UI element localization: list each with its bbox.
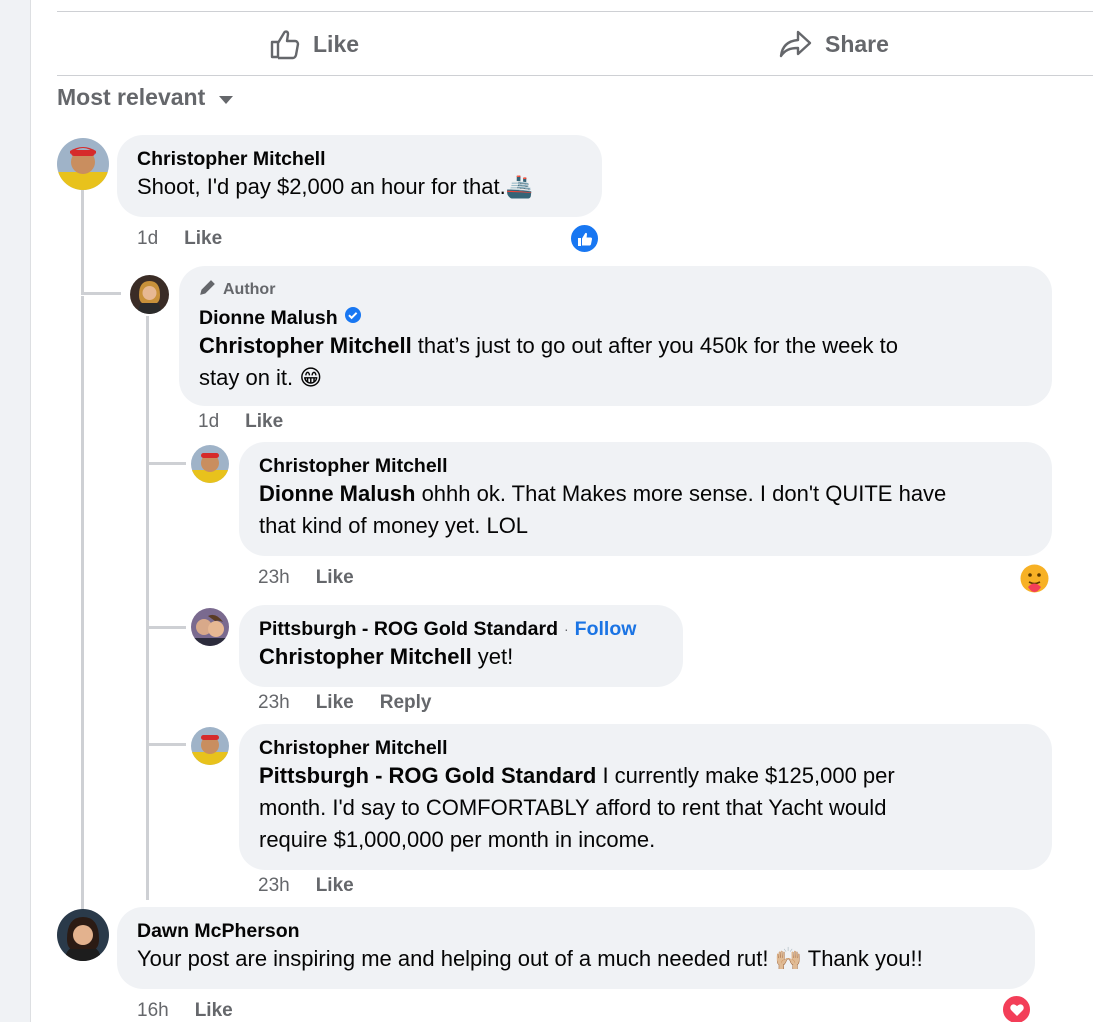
comment-text: Shoot, I'd pay $2,000 an hour for that.🚢 (137, 174, 534, 199)
mention-link[interactable]: Pittsburgh - ROG Gold Standard (259, 763, 596, 788)
thread-connector (81, 292, 121, 295)
actions-divider (57, 75, 1093, 76)
thread-connector (146, 626, 186, 629)
top-divider (57, 11, 1093, 12)
thread-line-replies (146, 316, 149, 900)
comment-meta: 23h Like Reply (258, 691, 431, 715)
thread-connector (146, 743, 186, 746)
comment-meta: 1d Like (198, 410, 283, 434)
sort-dropdown[interactable]: Most relevant (57, 84, 234, 111)
follow-button[interactable]: Follow (575, 617, 637, 641)
share-post-button[interactable]: Share (779, 24, 889, 64)
comment-meta: 1d Like (137, 227, 222, 251)
comment-author: Dionne Malush (199, 306, 1032, 330)
comment-like-button[interactable]: Like (245, 410, 283, 434)
comment-author[interactable]: Dawn McPherson (137, 919, 1015, 943)
comment-bubble: Christopher Mitchell Shoot, I'd pay $2,0… (117, 135, 602, 217)
comment-bubble-author: Author Dionne Malush Christopher Mitchel… (179, 266, 1052, 406)
avatar[interactable] (130, 275, 169, 314)
comment-text: Dionne Malush ohhh ok. That Makes more s… (259, 481, 947, 538)
comment-time[interactable]: 23h (258, 874, 290, 898)
comment-reply-button[interactable]: Reply (380, 691, 432, 715)
comment-text: Your post are inspiring me and helping o… (137, 946, 923, 971)
mention-link[interactable]: Christopher Mitchell (199, 333, 412, 358)
avatar[interactable] (57, 138, 109, 190)
avatar[interactable] (191, 608, 229, 646)
ship-emoji: 🚢 (505, 174, 534, 199)
thread-connector (146, 462, 186, 465)
comment-author-name[interactable]: Pittsburgh - ROG Gold Standard (259, 617, 558, 641)
pencil-icon (199, 278, 217, 302)
comment-like-button[interactable]: Like (316, 691, 354, 715)
thumbs-up-icon (269, 28, 301, 60)
love-reaction-icon[interactable] (1001, 994, 1032, 1022)
comment-bubble: Dawn McPherson Your post are inspiring m… (117, 907, 1035, 989)
like-post-button[interactable]: Like (269, 24, 359, 64)
comment-time[interactable]: 16h (137, 999, 169, 1022)
comment-bubble: Christopher Mitchell Pittsburgh - ROG Go… (239, 724, 1052, 870)
avatar[interactable] (191, 445, 229, 483)
comment-author[interactable]: Christopher Mitchell (259, 736, 1032, 760)
avatar[interactable] (57, 909, 109, 961)
comment-like-button[interactable]: Like (316, 566, 354, 590)
mention-link[interactable]: Dionne Malush (259, 481, 415, 506)
comment-bubble: Christopher Mitchell Dionne Malush ohhh … (239, 442, 1052, 556)
thread-line-main (81, 296, 84, 910)
author-badge: Author (199, 278, 1032, 302)
comment-time[interactable]: 1d (198, 410, 219, 434)
comment-bubble: Pittsburgh - ROG Gold Standard · Follow … (239, 605, 683, 687)
comment-author: Pittsburgh - ROG Gold Standard · Follow (259, 617, 663, 641)
like-post-label: Like (313, 30, 360, 57)
comment-like-button[interactable]: Like (184, 227, 222, 251)
chevron-down-icon (219, 95, 234, 104)
avatar[interactable] (191, 727, 229, 765)
share-post-label: Share (825, 30, 889, 57)
raised-hands-emoji: 🙌🏼 (774, 946, 803, 971)
comment-meta: 23h Like (258, 566, 354, 590)
comment-author-name[interactable]: Dionne Malush (199, 306, 338, 330)
comment-time[interactable]: 1d (137, 227, 158, 251)
comment-like-button[interactable]: Like (195, 999, 233, 1022)
like-reaction-icon[interactable] (569, 223, 600, 254)
verified-badge-icon (344, 306, 362, 330)
comment-text: Pittsburgh - ROG Gold Standard I current… (259, 763, 895, 852)
comment-text: Christopher Mitchell that’s just to go o… (199, 333, 899, 390)
separator-dot: · (564, 621, 569, 637)
comment-author[interactable]: Christopher Mitchell (137, 147, 582, 171)
comment-author[interactable]: Christopher Mitchell (259, 454, 1032, 478)
comment-meta: 16h Like (137, 999, 233, 1022)
care-reaction-icon[interactable] (1018, 562, 1051, 595)
sort-label: Most relevant (57, 84, 206, 110)
comment-like-button[interactable]: Like (316, 874, 354, 898)
thread-line (81, 190, 84, 294)
grin-emoji: 😁 (299, 365, 323, 390)
comment-time[interactable]: 23h (258, 566, 290, 590)
comment-time[interactable]: 23h (258, 691, 290, 715)
share-icon (779, 28, 813, 60)
mention-link[interactable]: Christopher Mitchell (259, 644, 472, 669)
comment-meta: 23h Like (258, 874, 354, 898)
comment-text: Christopher Mitchell yet! (259, 644, 514, 669)
left-rail (0, 0, 31, 1022)
author-badge-label: Author (223, 281, 276, 298)
